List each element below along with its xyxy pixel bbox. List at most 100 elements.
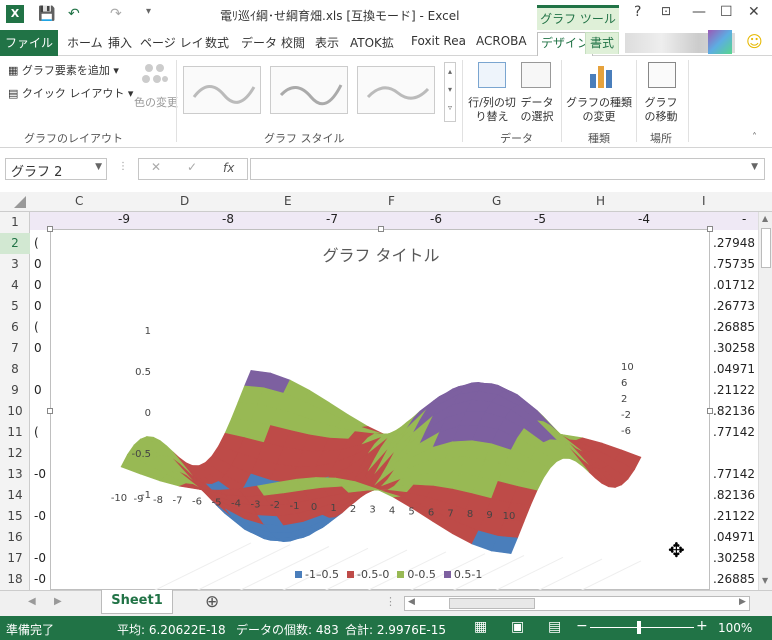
legend-entry[interactable]: -1–0.5 — [295, 568, 339, 581]
zoom-level[interactable]: 100% — [718, 621, 752, 635]
row-header[interactable]: 4 — [0, 275, 30, 296]
column-header[interactable]: C — [75, 194, 83, 208]
cell[interactable]: -7 — [326, 212, 338, 226]
row-header[interactable]: 17 — [0, 548, 30, 569]
close-button[interactable]: ✕ — [748, 4, 760, 20]
row-header[interactable]: 18 — [0, 569, 30, 590]
tab-page-layout[interactable]: ページ レイ — [140, 34, 204, 51]
cell[interactable]: 0 — [34, 341, 42, 355]
sheet-tab-sheet1[interactable]: Sheet1 — [101, 590, 173, 614]
cell[interactable]: 0 — [34, 383, 42, 397]
row-header[interactable]: 11 — [0, 422, 30, 443]
vertical-scrollbar[interactable]: ▲ ▼ — [758, 212, 772, 590]
cell[interactable]: 0 — [34, 257, 42, 271]
cell[interactable]: .21122 — [713, 383, 755, 397]
smiley-icon[interactable]: ☺ — [746, 32, 763, 51]
cell[interactable]: .30258 — [713, 341, 755, 355]
page-break-view-icon[interactable]: ▤ — [548, 619, 561, 635]
row-header[interactable]: 5 — [0, 296, 30, 317]
column-header[interactable]: H — [596, 194, 605, 208]
tab-format[interactable]: 書式 — [585, 32, 620, 54]
cell[interactable]: -0 — [34, 509, 46, 523]
tab-atok[interactable]: ATOK拡 — [350, 34, 394, 51]
scroll-up-icon[interactable]: ▲ — [762, 214, 768, 223]
tab-foxit[interactable]: Foxit Rea — [411, 34, 466, 48]
select-data-button[interactable]: データの選択 — [516, 96, 558, 124]
cell[interactable]: ( — [34, 236, 39, 250]
row-header[interactable]: 1 — [0, 212, 30, 233]
cell[interactable]: .27948 — [713, 236, 755, 250]
cell[interactable]: .75735 — [713, 257, 755, 271]
cell[interactable]: .30258 — [713, 551, 755, 565]
cell[interactable]: -5 — [534, 212, 546, 226]
zoom-out-icon[interactable]: − — [576, 618, 588, 634]
row-header[interactable]: 2 — [0, 233, 30, 254]
redo-icon[interactable]: ↷ — [110, 6, 122, 22]
avatar[interactable] — [708, 30, 732, 54]
cell[interactable]: ( — [34, 425, 39, 439]
tab-insert[interactable]: 挿入 — [108, 34, 132, 51]
cell[interactable]: 0 — [34, 299, 42, 313]
cell[interactable]: -4 — [638, 212, 650, 226]
scroll-thumb[interactable] — [761, 228, 771, 268]
select-all-corner[interactable] — [0, 192, 30, 212]
column-header[interactable]: E — [284, 194, 292, 208]
legend-entry[interactable]: 0-0.5 — [397, 568, 436, 581]
chart-area[interactable]: グラフ タイトル 1 0.5 0 -0.5 -1 -10 -9 -8 -7 -6 -5 -4 -3 -2-… — [50, 229, 710, 591]
cell[interactable]: .26885 — [713, 320, 755, 334]
chart-style-3[interactable] — [357, 66, 435, 114]
save-icon[interactable]: 💾 — [38, 6, 55, 22]
prev-sheet-icon[interactable]: ◀ — [28, 596, 36, 607]
insert-function-icon[interactable]: fx — [223, 161, 234, 175]
row-header[interactable]: 3 — [0, 254, 30, 275]
row-header[interactable]: 14 — [0, 485, 30, 506]
tab-file[interactable]: ファイル — [0, 30, 58, 56]
tab-acrobat[interactable]: ACROBA — [476, 34, 527, 48]
scroll-left-icon[interactable]: ◀ — [408, 597, 415, 607]
switch-row-col-button[interactable]: 行/列の切り替え — [468, 96, 516, 124]
legend[interactable]: -1–0.5 -0.5-0 0-0.5 0.5-1 — [295, 568, 490, 584]
tab-home[interactable]: ホーム — [67, 34, 103, 51]
normal-view-icon[interactable]: ▦ — [474, 619, 487, 635]
cell[interactable]: .82136 — [713, 404, 755, 418]
cell[interactable]: -6 — [430, 212, 442, 226]
resize-handle[interactable] — [707, 408, 713, 414]
expand-formula-icon[interactable]: ▼ — [751, 162, 758, 172]
scroll-down-icon[interactable]: ▼ — [762, 576, 768, 585]
cell[interactable]: .82136 — [713, 488, 755, 502]
row-header[interactable]: 8 — [0, 359, 30, 380]
undo-icon[interactable]: ↶ — [68, 6, 80, 22]
new-sheet-button[interactable]: ⊕ — [205, 592, 219, 612]
horizontal-scrollbar[interactable]: ◀ ▶ — [404, 596, 750, 611]
change-colors-button[interactable]: 色の変更 — [134, 96, 178, 110]
tab-view[interactable]: 表示 — [315, 34, 339, 51]
row-header[interactable]: 7 — [0, 338, 30, 359]
cell[interactable]: ( — [34, 320, 39, 334]
cell[interactable]: -0 — [34, 467, 46, 481]
cell[interactable]: -0 — [34, 551, 46, 565]
column-header[interactable]: F — [388, 194, 395, 208]
scroll-thumb[interactable] — [449, 598, 535, 609]
cell[interactable]: - — [742, 212, 746, 226]
chart-style-2[interactable] — [270, 66, 348, 114]
restore-button[interactable]: ☐ — [720, 4, 733, 20]
cell[interactable]: .26773 — [713, 299, 755, 313]
next-sheet-icon[interactable]: ▶ — [54, 596, 62, 607]
scroll-right-icon[interactable]: ▶ — [739, 597, 746, 607]
cell[interactable]: 0 — [34, 278, 42, 292]
name-box[interactable]: グラフ 2 ▼ — [5, 158, 107, 180]
row-header[interactable]: 12 — [0, 443, 30, 464]
help-button[interactable]: ? — [634, 4, 641, 20]
column-header[interactable]: G — [492, 194, 501, 208]
legend-entry[interactable]: -0.5-0 — [346, 568, 389, 581]
resize-handle[interactable] — [707, 226, 713, 232]
add-chart-element-button[interactable]: ▦ グラフ要素を追加 ▾ — [8, 62, 119, 78]
tab-review[interactable]: 校閲 — [281, 34, 305, 51]
enter-icon[interactable]: ✓ — [187, 160, 197, 174]
ribbon-display-icon[interactable]: ⊡ — [661, 4, 671, 18]
change-chart-type-button[interactable]: グラフの種類の変更 — [566, 96, 632, 124]
styles-scroll[interactable]: ▴ ▾ ▿ — [444, 62, 456, 122]
row-header[interactable]: 15 — [0, 506, 30, 527]
column-header[interactable]: I — [702, 194, 706, 208]
cell[interactable]: .04971 — [713, 530, 755, 544]
